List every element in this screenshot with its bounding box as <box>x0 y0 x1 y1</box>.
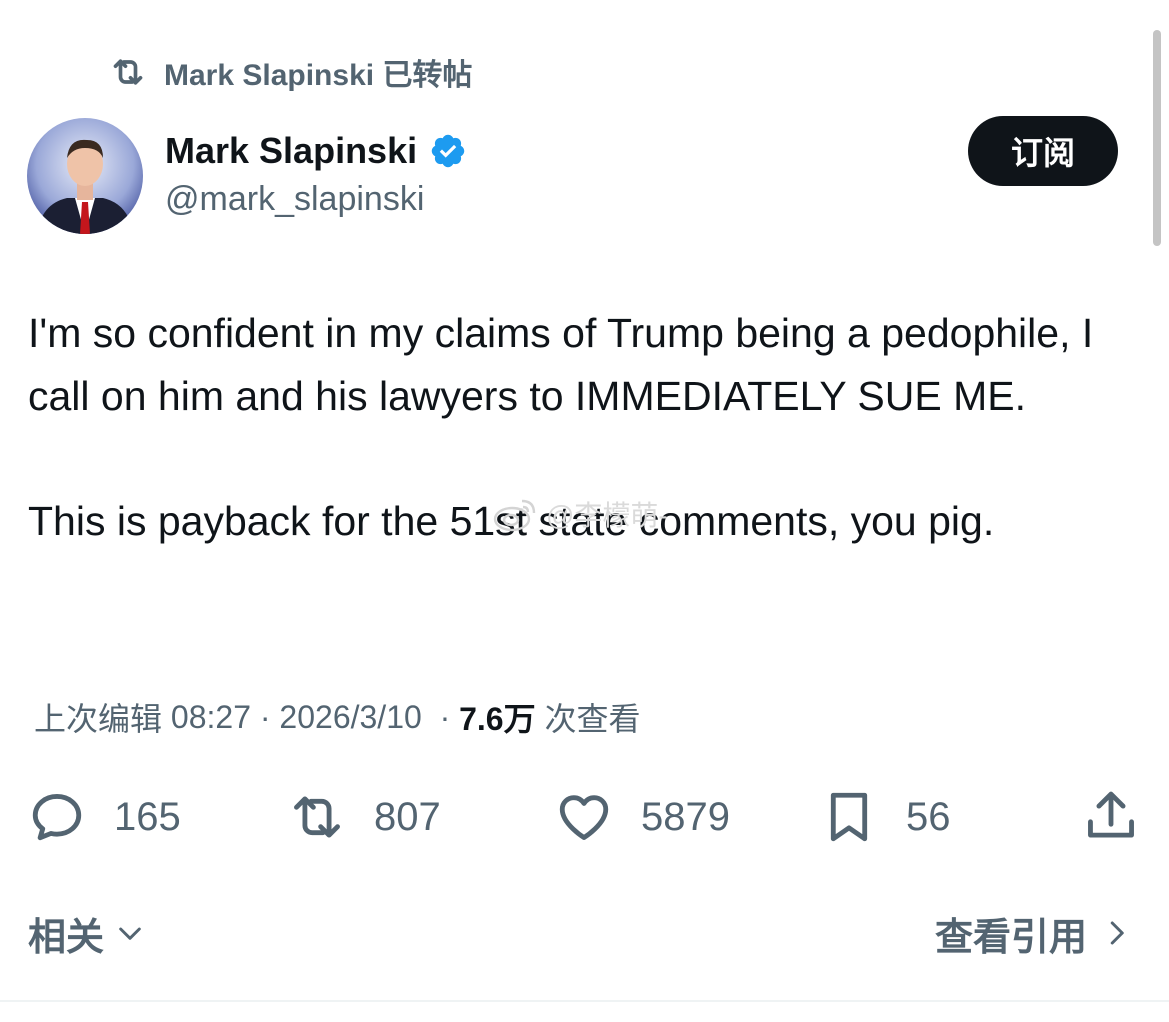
like-count: 5879 <box>641 794 730 839</box>
divider <box>0 1000 1169 1002</box>
tweet-time[interactable]: 08:27 <box>171 699 251 736</box>
views-label: 次查看 <box>544 701 641 737</box>
repost-button[interactable]: 807 <box>288 782 441 852</box>
repost-icon <box>113 59 143 85</box>
like-icon <box>559 795 609 840</box>
edited-label[interactable]: 上次编辑 <box>34 694 162 740</box>
tweet-date[interactable]: 2026/3/10 <box>279 699 421 736</box>
views-count: 7.6万 <box>459 701 536 737</box>
avatar[interactable] <box>27 118 143 234</box>
watermark: @李檬萌- <box>492 494 668 534</box>
verified-icon <box>431 134 465 168</box>
related-toggle[interactable]: 相关 <box>28 908 146 959</box>
tweet-paragraph: I'm so confident in my claims of Trump b… <box>28 310 1094 419</box>
bookmark-button[interactable]: 56 <box>820 782 951 852</box>
reply-icon <box>32 794 82 841</box>
view-quotes-label: 查看引用 <box>934 916 1087 959</box>
repost-suffix: 已转帖 <box>382 59 473 92</box>
view-quotes-link[interactable]: 查看引用 <box>934 908 1131 959</box>
author-name[interactable]: Mark Slapinski <box>165 130 417 172</box>
reply-button[interactable]: 165 <box>28 782 181 852</box>
avatar-image <box>27 118 143 234</box>
share-button[interactable] <box>1082 782 1140 852</box>
scrollbar[interactable] <box>1153 30 1161 246</box>
repost-icon <box>294 796 340 838</box>
repost-indicator[interactable]: Mark Slapinski 已转帖 <box>108 52 472 92</box>
subscribe-button[interactable]: 订阅 <box>968 116 1118 186</box>
chevron-right-icon <box>1110 921 1124 945</box>
share-icon <box>1088 791 1134 838</box>
repost-user-name: Mark Slapinski <box>164 59 375 92</box>
repost-count: 807 <box>374 794 441 839</box>
author-handle[interactable]: @mark_slapinski <box>165 180 424 219</box>
tweet-meta: 上次编辑 08:27 · 2026/3/10 · 7.6万 次查看 <box>34 694 641 740</box>
bookmark-icon <box>830 792 868 842</box>
weibo-icon <box>493 499 536 532</box>
related-label: 相关 <box>28 916 105 959</box>
chevron-down-icon <box>119 927 141 940</box>
watermark-text: @李檬萌- <box>546 500 668 531</box>
reply-count: 165 <box>114 794 181 839</box>
like-button[interactable]: 5879 <box>555 782 730 852</box>
action-bar: 165 807 5879 56 <box>0 782 1169 852</box>
bookmark-count: 56 <box>906 794 951 839</box>
